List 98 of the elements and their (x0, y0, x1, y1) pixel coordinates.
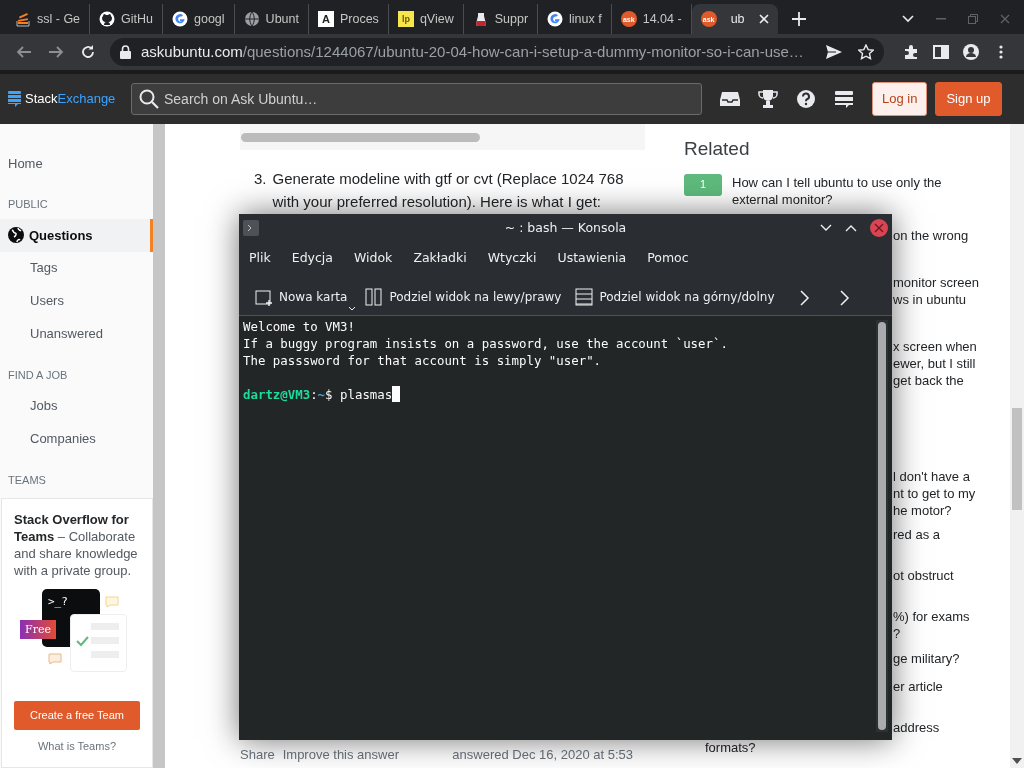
page-favicon (99, 11, 116, 27)
restore-icon[interactable] (968, 14, 978, 24)
menu-item[interactable]: Ustawienia (551, 245, 633, 272)
terminal-line: If a buggy program insists on a password, use the account `user`. (243, 334, 729, 352)
profile-icon[interactable] (963, 44, 979, 60)
related-question-link[interactable]: ot obstruct (893, 566, 954, 584)
related-question-link[interactable]: er article (893, 677, 943, 695)
globe-icon (8, 227, 24, 244)
page-favicon (243, 11, 260, 27)
chevron-right-icon[interactable] (840, 289, 851, 306)
toolbar-button[interactable]: Nowa karta (253, 283, 358, 312)
scrollbar[interactable] (153, 124, 165, 768)
menu-item[interactable]: Zakładki (407, 245, 473, 272)
related-question-link[interactable]: l don't have a nt to get to my he motor? (893, 467, 976, 519)
terminal-prompt-line: dartz@VM3:~$ plasmas (243, 385, 872, 403)
help-icon[interactable] (796, 89, 816, 109)
split-rows-icon (575, 287, 594, 306)
teams-promo-text: Stack Overflow for Teams – Collaborate and share knowledge with a private group. (14, 511, 139, 580)
site-logo[interactable]: StackExchange (25, 89, 116, 109)
nav-link[interactable]: Users (0, 284, 153, 318)
puzzle-icon[interactable] (903, 44, 919, 60)
chevron-right-icon[interactable] (800, 289, 811, 306)
menu-item[interactable]: Plik (243, 245, 277, 272)
star-icon[interactable] (858, 44, 874, 60)
menu-item[interactable]: Widok (348, 245, 399, 272)
nav-link[interactable]: Jobs (0, 389, 153, 423)
related-question-link[interactable]: monitor screen ws in ubuntu (893, 273, 979, 308)
scroll-down-icon[interactable] (1012, 758, 1022, 764)
new-tab-icon[interactable] (791, 12, 806, 26)
new-tab-icon (255, 287, 273, 306)
page-favicon (547, 11, 564, 27)
toolbar-button[interactable]: Podziel widok na górny/dolny (573, 283, 781, 312)
forward-icon[interactable] (48, 44, 64, 60)
scrollbar-thumb[interactable] (241, 132, 480, 142)
free-badge: Free (20, 620, 56, 640)
search-field[interactable]: Search on Ask Ubuntu… (131, 83, 702, 115)
answered-date: answered Dec 16, 2020 at 5:53 (452, 745, 633, 764)
chevron-up-icon[interactable] (845, 224, 857, 232)
step-text: Generate modeline with gtf or cvt (Replace 1024 768 with your preferred resolution). Here is what I get: (272, 169, 625, 212)
section-heading: TEAMS (7, 472, 47, 488)
related-question-link[interactable]: How can I tell ubuntu to use only the external monitor? (732, 173, 972, 208)
nav-link[interactable]: Companies (0, 422, 153, 456)
back-icon[interactable] (16, 44, 32, 60)
text-cursor (392, 385, 401, 402)
stack-logo-icon (8, 91, 21, 107)
trophy-icon[interactable] (758, 89, 778, 109)
create-team-button[interactable]: Create a free Team (14, 701, 140, 731)
inbox-icon[interactable] (720, 89, 740, 109)
chat-bubble-icon (105, 596, 119, 609)
terminal-app-icon (243, 220, 259, 236)
page-favicon (172, 11, 188, 27)
related-question-link[interactable]: on the wrong (893, 226, 969, 244)
terminal-line: The passsword for that account is simply "user". (243, 351, 603, 369)
nav-link[interactable]: Unanswered (0, 317, 153, 351)
caret-icon (348, 305, 357, 311)
terminal-line: Welcome to VM3! (243, 317, 356, 335)
menu-item[interactable]: Edycja (285, 245, 339, 272)
page-favicon: A (317, 11, 334, 27)
split-columns-icon (365, 287, 384, 306)
toolbar-button[interactable]: Podziel widok na lewy/prawy (363, 283, 568, 312)
window-title: ~ : bash — Konsola (503, 218, 628, 237)
scrollbar-thumb[interactable] (1012, 408, 1022, 510)
page-favicon: lp (397, 11, 414, 27)
search-icon (139, 89, 159, 109)
answer-count-badge: 1 (684, 173, 722, 196)
signup-button[interactable]: Sign up (935, 82, 1002, 116)
checklist-card-drawing (70, 614, 127, 673)
related-question-link[interactable]: red as a (893, 525, 940, 543)
sidebar-icon[interactable] (933, 44, 949, 60)
section-heading: FIND A JOB (7, 367, 69, 383)
chat-bubble-icon (48, 653, 62, 666)
share-link[interactable]: Share (240, 744, 275, 764)
site-switcher-icon[interactable] (834, 89, 854, 109)
nav-link[interactable]: Tags (0, 251, 153, 285)
related-heading: Related (684, 137, 751, 161)
menu-item[interactable]: Pomoc (641, 245, 695, 272)
section-heading: PUBLIC (7, 197, 49, 213)
login-button[interactable]: Log in (872, 82, 928, 116)
nav-link[interactable]: Questions (0, 218, 153, 252)
chevron-down-icon[interactable] (820, 224, 832, 232)
address-field[interactable]: askubuntu.com/questions/1244067/ubuntu-20-04-how-can-i-setup-a-dummy-monitor-so-i-can-use… (110, 38, 884, 66)
reload-icon[interactable] (80, 44, 96, 60)
related-question-link[interactable]: address (893, 718, 940, 736)
related-question-link[interactable]: %) for exams ? (893, 607, 970, 642)
lock-icon (120, 45, 131, 59)
send-icon[interactable] (826, 45, 842, 59)
what-is-teams-link[interactable]: What is Teams? (14, 738, 140, 756)
chevron-down-icon[interactable] (902, 15, 914, 23)
improve-answer-link[interactable]: Improve this answer (282, 744, 400, 764)
page-favicon (15, 11, 31, 27)
menu-item[interactable]: Wtyczki (481, 245, 543, 272)
related-question-link[interactable]: formats? (705, 738, 756, 756)
nav-link[interactable]: Home (0, 147, 153, 180)
scrollbar-thumb[interactable] (878, 321, 886, 730)
related-question-link[interactable]: x screen when ewer, but I still get back the (893, 337, 977, 389)
list-number: 3. (254, 169, 267, 189)
page-scrollbar[interactable] (1010, 124, 1024, 768)
related-question-link[interactable]: ge military? (893, 649, 960, 667)
